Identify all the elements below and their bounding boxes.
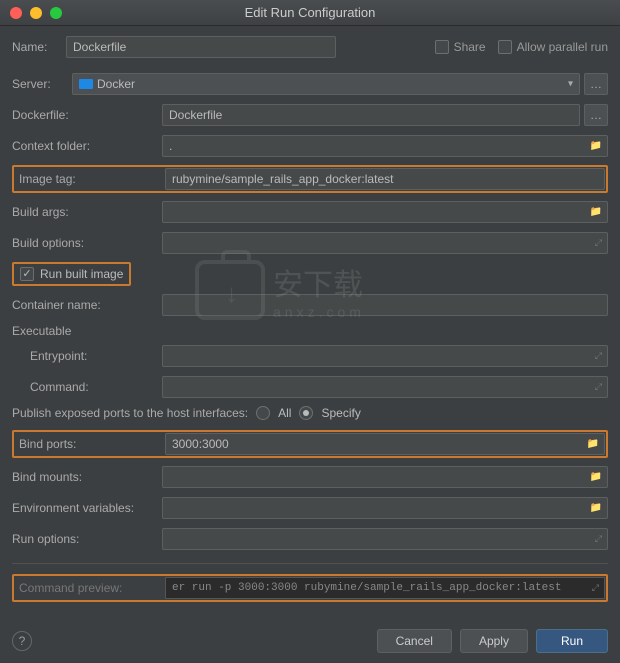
folder-icon: 📁 bbox=[590, 141, 602, 152]
build-options-input[interactable]: ⤢ bbox=[162, 232, 608, 254]
folder-icon: 📁 bbox=[587, 439, 599, 450]
run-built-image-label: Run built image bbox=[40, 267, 123, 281]
build-args-input[interactable]: 📁 bbox=[162, 201, 608, 223]
titlebar: Edit Run Configuration bbox=[0, 0, 620, 26]
publish-all-label: All bbox=[278, 406, 291, 420]
share-checkbox[interactable] bbox=[435, 40, 449, 54]
expand-icon: ⤢ bbox=[592, 583, 599, 594]
server-value: Docker bbox=[97, 77, 135, 91]
bind-ports-label: Bind ports: bbox=[15, 437, 165, 451]
name-label: Name: bbox=[12, 40, 66, 54]
context-folder-input[interactable]: .📁 bbox=[162, 135, 608, 157]
expand-icon: ⤢ bbox=[595, 382, 602, 393]
folder-icon: 📁 bbox=[590, 472, 602, 483]
share-label: Share bbox=[454, 40, 486, 54]
command-preview-row-highlight: Command preview: er run -p 3000:3000 rub… bbox=[12, 574, 608, 602]
command-input[interactable]: ⤢ bbox=[162, 376, 608, 398]
help-button[interactable]: ? bbox=[12, 631, 32, 651]
divider bbox=[12, 563, 608, 564]
docker-icon bbox=[79, 79, 93, 89]
command-preview-output: er run -p 3000:3000 rubymine/sample_rail… bbox=[165, 577, 605, 599]
context-folder-label: Context folder: bbox=[12, 139, 162, 153]
bind-mounts-label: Bind mounts: bbox=[12, 470, 162, 484]
publish-specify-label: Specify bbox=[321, 406, 360, 420]
command-label: Command: bbox=[12, 380, 162, 394]
build-options-label: Build options: bbox=[12, 236, 162, 250]
run-built-image-checkbox[interactable] bbox=[20, 267, 34, 281]
button-bar: ? Cancel Apply Run bbox=[0, 619, 620, 663]
dockerfile-input[interactable]: Dockerfile bbox=[162, 104, 580, 126]
publish-all-radio[interactable] bbox=[256, 406, 270, 420]
run-button[interactable]: Run bbox=[536, 629, 608, 653]
parallel-label: Allow parallel run bbox=[517, 40, 608, 54]
image-tag-row-highlight: Image tag: rubymine/sample_rails_app_doc… bbox=[12, 165, 608, 193]
bind-ports-row-highlight: Bind ports: 3000:3000📁 bbox=[12, 430, 608, 458]
entrypoint-label: Entrypoint: bbox=[12, 349, 162, 363]
container-name-input[interactable] bbox=[162, 294, 608, 316]
minimize-window-icon[interactable] bbox=[30, 7, 42, 19]
server-dropdown[interactable]: Docker bbox=[72, 73, 580, 95]
bind-mounts-input[interactable]: 📁 bbox=[162, 466, 608, 488]
dockerfile-browse-button[interactable]: … bbox=[584, 104, 608, 126]
expand-icon: ⤢ bbox=[595, 351, 602, 362]
window-title: Edit Run Configuration bbox=[245, 5, 376, 20]
publish-specify-radio[interactable] bbox=[299, 406, 313, 420]
cancel-button[interactable]: Cancel bbox=[377, 629, 452, 653]
entrypoint-input[interactable]: ⤢ bbox=[162, 345, 608, 367]
maximize-window-icon[interactable] bbox=[50, 7, 62, 19]
run-built-image-highlight: Run built image bbox=[12, 262, 131, 286]
executable-section-label: Executable bbox=[12, 324, 608, 338]
dockerfile-label: Dockerfile: bbox=[12, 108, 162, 122]
parallel-checkbox[interactable] bbox=[498, 40, 512, 54]
image-tag-input[interactable]: rubymine/sample_rails_app_docker:latest bbox=[165, 168, 605, 190]
expand-icon: ⤢ bbox=[595, 534, 602, 545]
folder-icon: 📁 bbox=[590, 503, 602, 514]
build-args-label: Build args: bbox=[12, 205, 162, 219]
run-options-label: Run options: bbox=[12, 532, 162, 546]
command-preview-label: Command preview: bbox=[15, 581, 165, 595]
run-options-input[interactable]: ⤢ bbox=[162, 528, 608, 550]
server-browse-button[interactable]: … bbox=[584, 73, 608, 95]
dialog-content: Name: Dockerfile Share Allow parallel ru… bbox=[0, 26, 620, 619]
env-vars-label: Environment variables: bbox=[12, 501, 162, 515]
close-window-icon[interactable] bbox=[10, 7, 22, 19]
env-vars-input[interactable]: 📁 bbox=[162, 497, 608, 519]
image-tag-label: Image tag: bbox=[15, 172, 165, 186]
expand-icon: ⤢ bbox=[595, 238, 602, 249]
folder-icon: 📁 bbox=[590, 207, 602, 218]
bind-ports-input[interactable]: 3000:3000📁 bbox=[165, 433, 605, 455]
server-label: Server: bbox=[12, 77, 72, 91]
container-name-label: Container name: bbox=[12, 298, 162, 312]
window-controls bbox=[10, 7, 62, 19]
publish-ports-label: Publish exposed ports to the host interf… bbox=[12, 406, 248, 420]
name-input[interactable]: Dockerfile bbox=[66, 36, 336, 58]
apply-button[interactable]: Apply bbox=[460, 629, 528, 653]
